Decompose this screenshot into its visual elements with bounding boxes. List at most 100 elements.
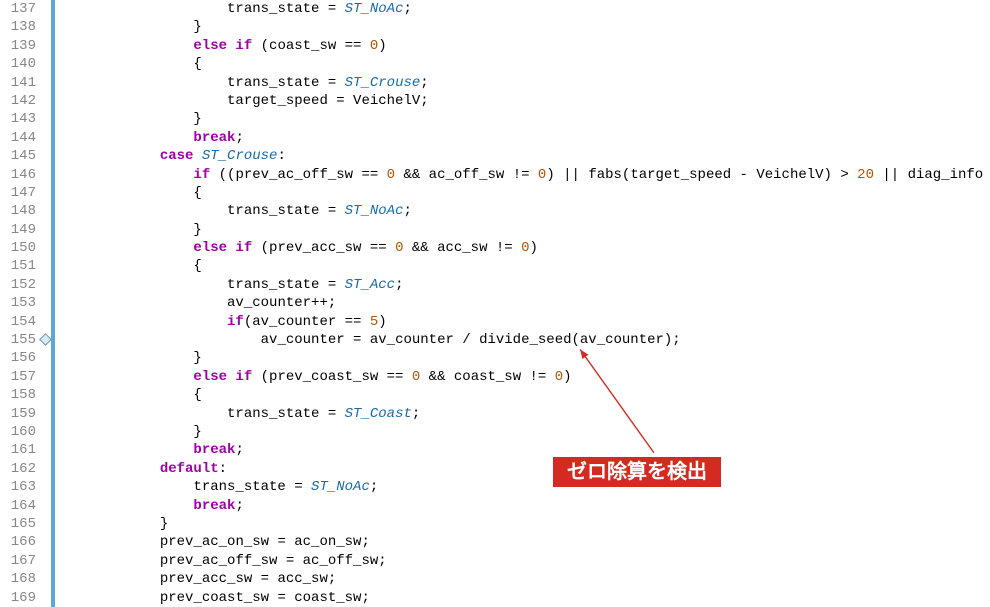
code-line[interactable]: {	[55, 55, 990, 73]
code-line[interactable]: }	[55, 110, 990, 128]
code-line[interactable]: else if (prev_coast_sw == 0 && coast_sw …	[55, 368, 990, 386]
line-number: 163	[0, 478, 36, 496]
code-line[interactable]: target_speed = VeichelV;	[55, 92, 990, 110]
code-line[interactable]: }	[55, 221, 990, 239]
line-number: 166	[0, 533, 36, 551]
code-text: {	[59, 258, 202, 274]
code-line[interactable]: prev_acc_sw = acc_sw;	[55, 570, 990, 588]
code-text: prev_ac_off_sw = ac_off_sw;	[59, 553, 387, 569]
line-number: 138	[0, 18, 36, 36]
line-number: 155	[0, 331, 36, 349]
code-text: else if (prev_acc_sw == 0 && acc_sw != 0…	[59, 240, 538, 256]
line-number: 159	[0, 405, 36, 423]
code-line[interactable]: }	[55, 423, 990, 441]
code-line[interactable]: default:	[55, 460, 990, 478]
code-text: }	[59, 350, 202, 366]
code-text: }	[59, 424, 202, 440]
code-line[interactable]: if(av_counter == 5)	[55, 313, 990, 331]
line-number: 140	[0, 55, 36, 73]
code-text: trans_state = ST_Crouse;	[59, 75, 429, 91]
code-line[interactable]: break;	[55, 129, 990, 147]
code-text: av_counter++;	[59, 295, 336, 311]
code-line[interactable]: }	[55, 18, 990, 36]
line-number: 150	[0, 239, 36, 257]
code-line[interactable]: else if (prev_acc_sw == 0 && acc_sw != 0…	[55, 239, 990, 257]
line-number: 161	[0, 441, 36, 459]
code-line[interactable]: break;	[55, 497, 990, 515]
code-text: trans_state = ST_Acc;	[59, 277, 403, 293]
code-line[interactable]: }	[55, 349, 990, 367]
code-text: trans_state = ST_NoAc;	[59, 203, 412, 219]
line-number: 157	[0, 368, 36, 386]
line-number: 158	[0, 386, 36, 404]
code-text: trans_state = ST_NoAc;	[59, 1, 412, 17]
code-text: trans_state = ST_Coast;	[59, 406, 420, 422]
code-line[interactable]: trans_state = ST_Acc;	[55, 276, 990, 294]
code-text: if ((prev_ac_off_sw == 0 && ac_off_sw !=…	[59, 167, 990, 183]
code-text: }	[59, 19, 202, 35]
line-number: 168	[0, 570, 36, 588]
code-text: }	[59, 516, 168, 532]
code-line[interactable]: {	[55, 184, 990, 202]
line-number: 149	[0, 221, 36, 239]
code-line[interactable]: prev_ac_off_sw = ac_off_sw;	[55, 552, 990, 570]
code-text: else if (coast_sw == 0)	[59, 38, 387, 54]
line-number: 148	[0, 202, 36, 220]
code-line[interactable]: }	[55, 515, 990, 533]
line-number: 153	[0, 294, 36, 312]
code-editor[interactable]: 1371381391401411421431441451461471481491…	[0, 0, 990, 607]
line-number: 164	[0, 497, 36, 515]
code-line[interactable]: trans_state = ST_NoAc;	[55, 0, 990, 18]
code-line[interactable]: prev_ac_on_sw = ac_on_sw;	[55, 533, 990, 551]
line-number: 167	[0, 552, 36, 570]
code-line[interactable]: break;	[55, 441, 990, 459]
code-text: prev_coast_sw = coast_sw;	[59, 590, 370, 606]
line-number: 142	[0, 92, 36, 110]
line-number: 156	[0, 349, 36, 367]
code-area[interactable]: trans_state = ST_NoAc; } else if (coast_…	[55, 0, 990, 607]
line-number: 151	[0, 257, 36, 275]
annotation-callout: ゼロ除算を検出	[553, 457, 721, 487]
line-number: 154	[0, 313, 36, 331]
code-text: prev_acc_sw = acc_sw;	[59, 571, 336, 587]
code-text: break;	[59, 442, 244, 458]
code-text: break;	[59, 498, 244, 514]
line-number: 143	[0, 110, 36, 128]
code-text: default:	[59, 461, 227, 477]
line-number: 137	[0, 0, 36, 18]
line-number: 145	[0, 147, 36, 165]
code-line[interactable]: {	[55, 386, 990, 404]
code-line[interactable]: av_counter++;	[55, 294, 990, 312]
line-number: 141	[0, 74, 36, 92]
code-line[interactable]: else if (coast_sw == 0)	[55, 37, 990, 55]
breakpoint-column[interactable]	[40, 0, 51, 607]
code-line[interactable]: {	[55, 257, 990, 275]
code-line[interactable]: prev_coast_sw = coast_sw;	[55, 589, 990, 607]
code-line[interactable]: trans_state = ST_NoAc;	[55, 202, 990, 220]
line-number: 160	[0, 423, 36, 441]
code-text: av_counter = av_counter / divide_seed(av…	[59, 332, 681, 348]
line-number: 169	[0, 589, 36, 607]
code-text: trans_state = ST_NoAc;	[59, 479, 378, 495]
line-number: 139	[0, 37, 36, 55]
code-text: break;	[59, 130, 244, 146]
line-number: 147	[0, 184, 36, 202]
code-line[interactable]: if ((prev_ac_off_sw == 0 && ac_off_sw !=…	[55, 166, 990, 184]
line-number: 165	[0, 515, 36, 533]
code-text: prev_ac_on_sw = ac_on_sw;	[59, 534, 370, 550]
code-line[interactable]: case ST_Crouse:	[55, 147, 990, 165]
code-line[interactable]: trans_state = ST_NoAc;	[55, 478, 990, 496]
line-number: 152	[0, 276, 36, 294]
code-text: else if (prev_coast_sw == 0 && coast_sw …	[59, 369, 572, 385]
line-number: 146	[0, 166, 36, 184]
annotation-text: ゼロ除算を検出	[567, 461, 707, 483]
code-line[interactable]: trans_state = ST_Crouse;	[55, 74, 990, 92]
code-text: {	[59, 185, 202, 201]
code-text: {	[59, 56, 202, 72]
code-text: if(av_counter == 5)	[59, 314, 387, 330]
code-line[interactable]: trans_state = ST_Coast;	[55, 405, 990, 423]
code-text: target_speed = VeichelV;	[59, 93, 429, 109]
code-text: }	[59, 222, 202, 238]
code-text: }	[59, 111, 202, 127]
code-line[interactable]: av_counter = av_counter / divide_seed(av…	[55, 331, 990, 349]
